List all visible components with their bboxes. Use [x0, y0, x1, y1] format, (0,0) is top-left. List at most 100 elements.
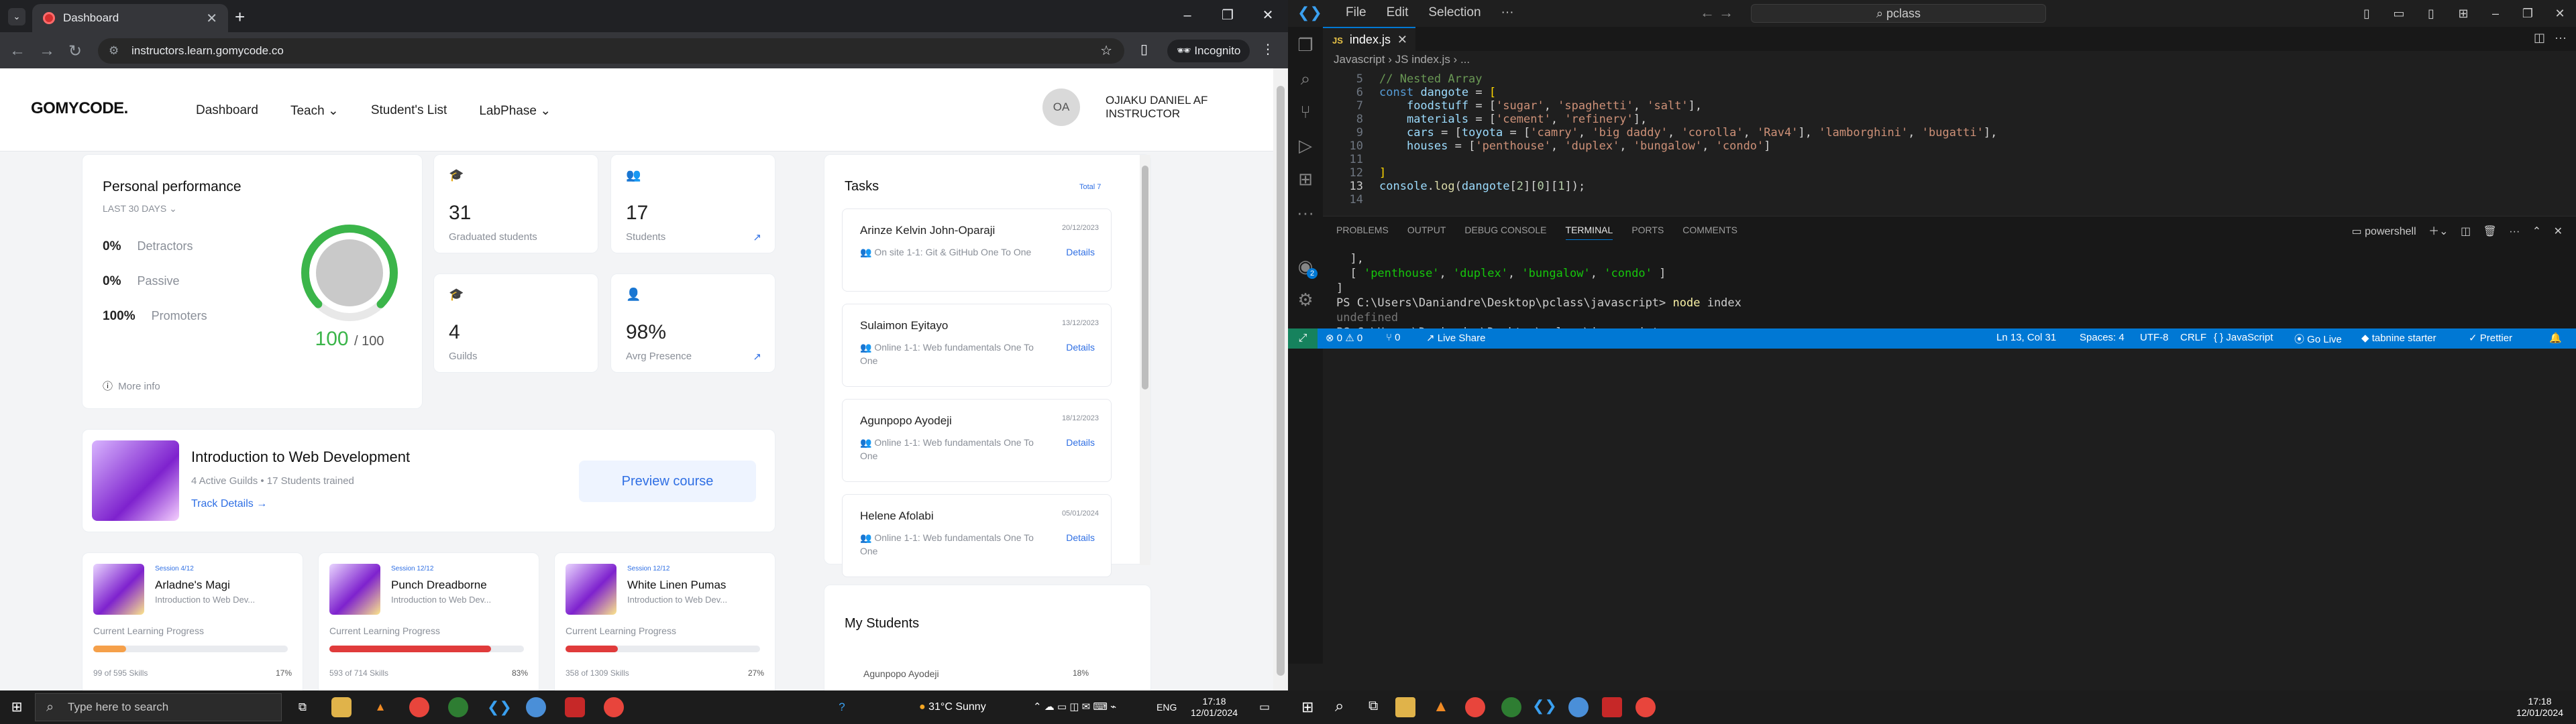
live-share-status[interactable]: ↗ Live Share [1426, 332, 1485, 344]
source-control-icon[interactable]: ⑂ [1295, 102, 1316, 123]
search-icon[interactable]: ⌕ [1335, 697, 1344, 716]
task-view-icon[interactable]: ⧉ [292, 697, 313, 717]
problems-status[interactable]: ⊗ 0 ⚠ 0 [1326, 332, 1362, 344]
minimize-button[interactable]: – [2479, 0, 2512, 27]
page-scroll-thumb[interactable] [1277, 86, 1285, 676]
task-details-link[interactable]: Details [1066, 437, 1095, 448]
tab-output[interactable]: OUTPUT [1407, 225, 1446, 240]
app-icon[interactable] [565, 697, 585, 717]
site-info-icon[interactable]: ⚙ [109, 38, 119, 64]
period-filter[interactable]: LAST 30 DAYS ⌄ [103, 203, 177, 215]
help-icon[interactable]: ? [832, 697, 852, 717]
vscode-icon[interactable]: ❮❯ [1532, 697, 1557, 715]
user-menu[interactable]: OJIAKU DANIEL AF INSTRUCTOR [1106, 94, 1208, 121]
task-details-link[interactable]: Details [1066, 247, 1095, 257]
trash-icon[interactable]: 🗑 [2483, 226, 2497, 237]
settings-gear-icon[interactable]: ⚙ [1295, 290, 1316, 311]
toggle-secondary-sidebar-icon[interactable]: ▯ [2415, 0, 2447, 27]
search-icon[interactable]: ⌕ [1295, 68, 1316, 90]
indentation-status[interactable]: Spaces: 4 [2080, 332, 2125, 343]
windows-start-icon[interactable]: ⊞ [7, 697, 27, 717]
reload-button[interactable]: ↻ [68, 42, 82, 61]
accounts-icon[interactable]: ◉ 2 [1295, 256, 1318, 279]
notification-icon[interactable]: ▭ [1254, 697, 1275, 717]
weather-widget[interactable]: ● 31°C Sunny [919, 690, 986, 724]
command-center[interactable]: ⌕ pclass [1751, 4, 2046, 23]
app-icon[interactable] [526, 697, 546, 717]
browser-tab-dashboard[interactable]: Dashboard ✕ [32, 4, 228, 32]
side-panel-icon[interactable]: ▯ [1140, 41, 1148, 58]
close-tab-icon[interactable]: ✕ [206, 10, 217, 27]
taskbar-clock[interactable]: 17:18 12/01/2024 [2513, 696, 2567, 719]
tasks-scrollbar[interactable] [1140, 155, 1150, 565]
bookmark-star-icon[interactable]: ☆ [1100, 38, 1112, 64]
app-icon[interactable] [1501, 697, 1521, 717]
session-card[interactable]: Session 12/12 Punch Dreadborne Introduct… [318, 552, 539, 690]
gomycode-logo[interactable]: GOMYCODE. [31, 99, 128, 118]
chrome-icon[interactable] [604, 697, 624, 717]
track-details-link[interactable]: Track Details → [191, 498, 267, 510]
menu-selection[interactable]: Selection [1428, 5, 1481, 20]
task-view-icon[interactable]: ⧉ [1368, 699, 1378, 714]
avatar[interactable]: OA [1042, 88, 1080, 126]
maximize-panel-icon[interactable]: ⌃ [2532, 226, 2541, 237]
toggle-panel-icon[interactable]: ▭ [2383, 0, 2415, 27]
tab-search-button[interactable]: ⌄ [8, 8, 25, 25]
session-card[interactable]: Session 4/12 Arladne's Magi Introduction… [82, 552, 303, 690]
vlc-icon[interactable]: ▲ [370, 697, 390, 717]
language-indicator[interactable]: ENG [1157, 690, 1177, 724]
nav-dashboard[interactable]: Dashboard [196, 103, 258, 119]
nav-labphase[interactable]: LabPhase ⌄ [479, 103, 551, 119]
minimize-button[interactable]: – [1167, 0, 1208, 32]
file-explorer-icon[interactable] [1395, 697, 1415, 717]
address-bar[interactable]: ⚙ instructors.learn.gomycode.co ☆ [98, 38, 1124, 64]
app-icon[interactable] [448, 697, 468, 717]
eol-status[interactable]: CRLF [2180, 332, 2206, 343]
new-terminal-icon[interactable]: ＋⌄ [2428, 226, 2448, 237]
layout-icon[interactable]: ⊞ [2447, 0, 2479, 27]
go-live-status[interactable]: ⦿ Go Live [2294, 332, 2342, 346]
prettier-status[interactable]: ✓ Prettier [2469, 332, 2512, 344]
chrome-menu-icon[interactable]: ⋮ [1261, 41, 1275, 58]
close-tab-icon[interactable]: ✕ [1397, 28, 1407, 51]
back-button[interactable]: ← [9, 42, 25, 60]
session-card[interactable]: Session 12/12 White Linen Pumas Introduc… [554, 552, 775, 690]
tab-debug-console[interactable]: DEBUG CONSOLE [1464, 225, 1546, 240]
menu-file[interactable]: File [1346, 5, 1366, 20]
more-info-link[interactable]: ⓘ More info [103, 379, 160, 393]
more-actions-icon[interactable]: ··· [2555, 31, 2567, 45]
incognito-badge[interactable]: 🕶 Incognito [1167, 40, 1250, 62]
tab-index-js[interactable]: JS index.js ✕ [1323, 27, 1415, 51]
student-name[interactable]: Agunpopo Ayodeji [863, 668, 939, 679]
restore-button[interactable]: ❐ [2512, 0, 2544, 27]
tab-problems[interactable]: PROBLEMS [1336, 225, 1389, 240]
encoding-status[interactable]: UTF-8 [2140, 332, 2169, 343]
tab-ports[interactable]: PORTS [1631, 225, 1664, 240]
split-editor-icon[interactable]: ◫ [2534, 31, 2545, 45]
external-link-icon[interactable]: ↗ [753, 351, 761, 363]
tab-comments[interactable]: COMMENTS [1682, 225, 1737, 240]
new-tab-button[interactable]: + [235, 7, 245, 27]
back-arrow-icon[interactable]: ← [1700, 4, 1715, 21]
menu-edit[interactable]: Edit [1387, 5, 1409, 20]
task-details-link[interactable]: Details [1066, 342, 1095, 353]
notifications-bell-icon[interactable]: 🔔 [2549, 332, 2562, 344]
close-panel-icon[interactable]: ✕ [2554, 226, 2563, 237]
chrome-icon[interactable] [409, 697, 429, 717]
run-debug-icon[interactable]: ▷ [1295, 135, 1316, 157]
app-icon[interactable] [1602, 697, 1622, 717]
vscode-icon[interactable]: ❮❯ [487, 697, 512, 717]
toggle-sidebar-icon[interactable]: ▯ [2351, 0, 2383, 27]
more-icon[interactable]: ··· [1295, 202, 1316, 224]
chrome-icon[interactable] [1635, 697, 1656, 717]
close-window-button[interactable]: ✕ [2544, 0, 2576, 27]
taskbar-search[interactable]: ⌕ Type here to search [35, 693, 282, 721]
forward-button[interactable]: → [39, 42, 55, 60]
tasks-scroll-thumb[interactable] [1142, 166, 1148, 389]
nav-teach[interactable]: Teach ⌄ [290, 103, 339, 119]
explorer-icon[interactable]: ❐ [1295, 35, 1316, 56]
file-explorer-icon[interactable] [331, 697, 352, 717]
forward-arrow-icon[interactable]: → [1719, 4, 1733, 21]
language-mode[interactable]: { } JavaScript [2214, 332, 2273, 343]
maximize-button[interactable]: ❐ [1208, 0, 1248, 32]
